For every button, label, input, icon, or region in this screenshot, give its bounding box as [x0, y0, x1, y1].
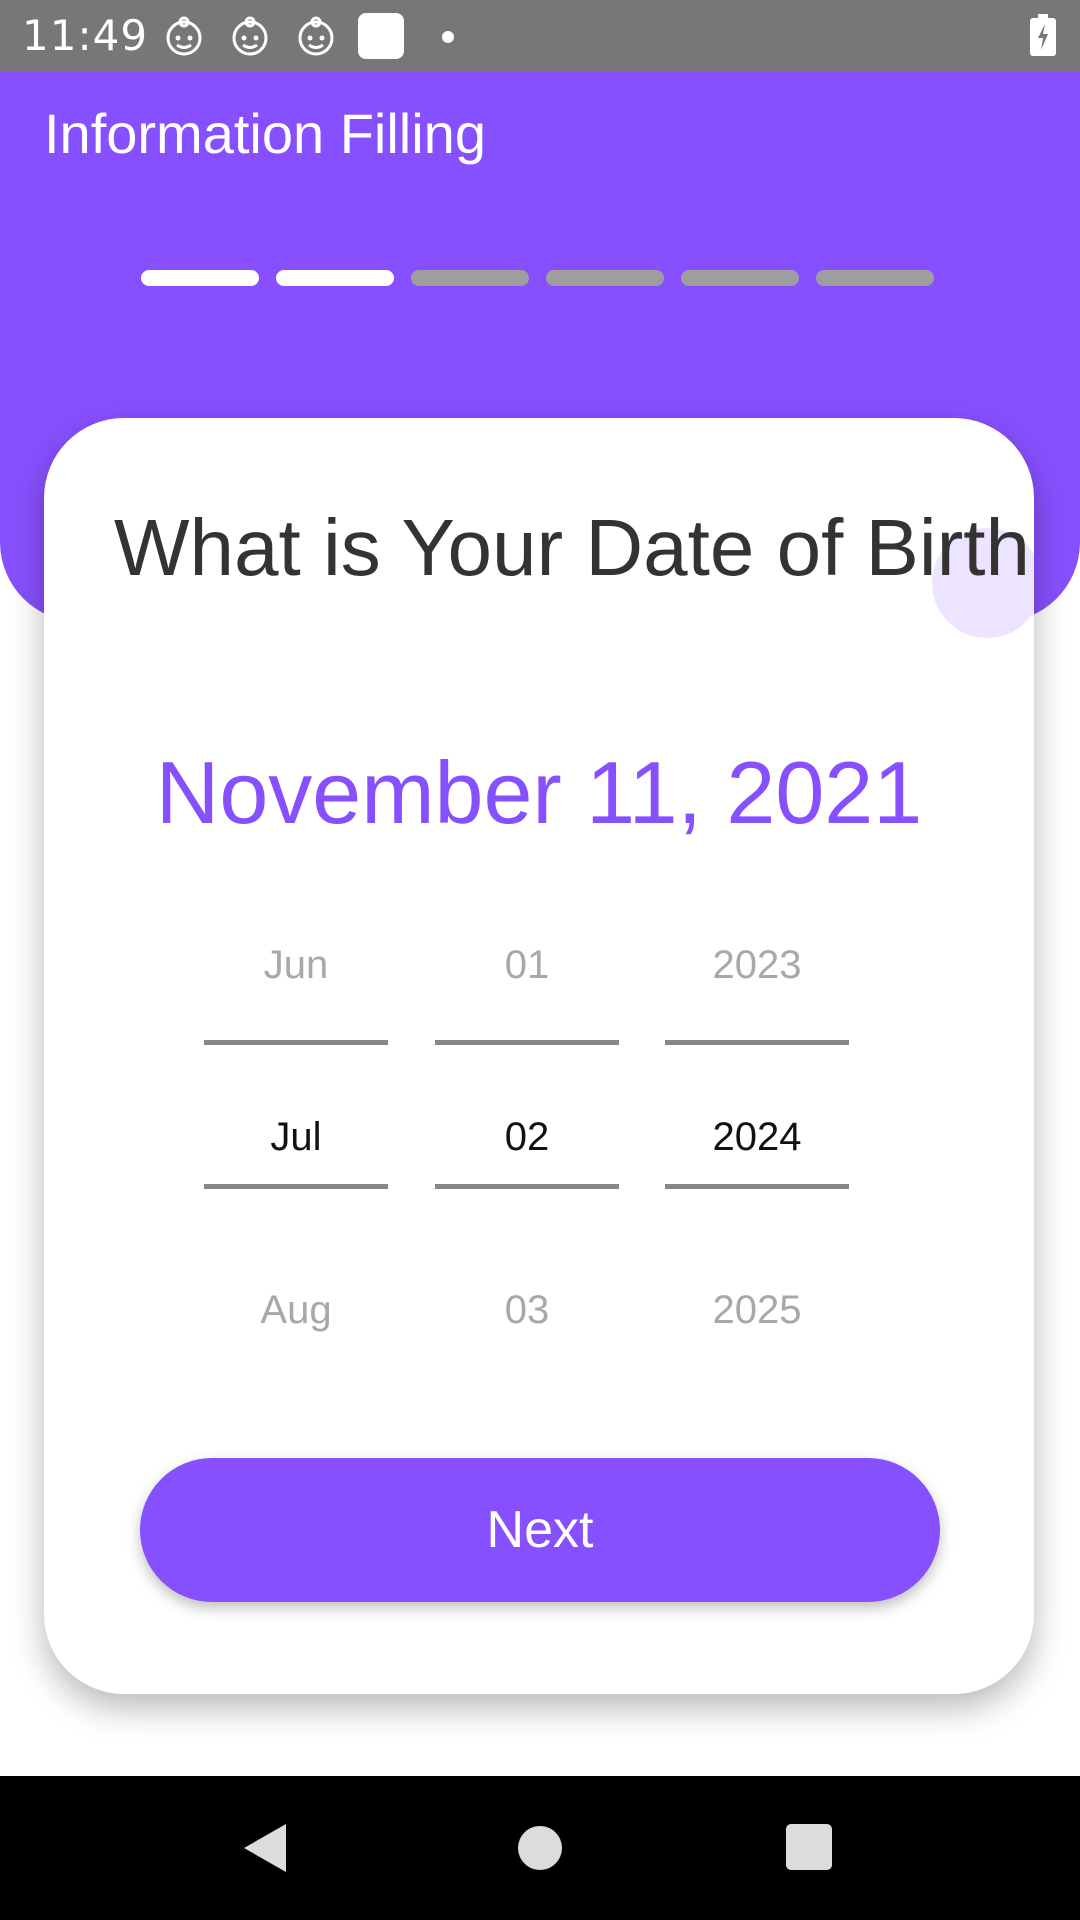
- picker-divider: [204, 1184, 388, 1189]
- progress-step-pending: [681, 270, 799, 286]
- year-next[interactable]: 2025: [665, 1285, 849, 1335]
- day-picker[interactable]: 01 02 03: [435, 940, 619, 1460]
- selected-date: November 11, 2021: [155, 743, 923, 842]
- dot-icon: [442, 31, 454, 43]
- day-prev[interactable]: 01: [435, 940, 619, 990]
- recents-icon[interactable]: [786, 1824, 832, 1870]
- progress-step-complete: [276, 270, 394, 286]
- year-picker[interactable]: 2023 2024 2025: [665, 940, 849, 1460]
- day-next[interactable]: 03: [435, 1285, 619, 1335]
- progress-step-pending: [546, 270, 664, 286]
- month-current[interactable]: Jul: [204, 1112, 388, 1162]
- year-current[interactable]: 2024: [665, 1112, 849, 1162]
- status-time: 11:49: [22, 11, 149, 60]
- picker-divider: [435, 1040, 619, 1045]
- page-title: Information Filling: [44, 102, 486, 165]
- picker-divider: [204, 1040, 388, 1045]
- status-bar: 11:49: [0, 0, 1080, 72]
- baby-face-icon: [298, 16, 334, 56]
- question-card: What is Your Date of Birth November 11, …: [44, 418, 1034, 1694]
- picker-divider: [435, 1184, 619, 1189]
- month-picker[interactable]: Jun Jul Aug: [204, 940, 388, 1460]
- navigation-bar: [0, 1776, 1080, 1920]
- progress-step-pending: [816, 270, 934, 286]
- next-button[interactable]: Next: [140, 1458, 940, 1602]
- back-icon[interactable]: [240, 1820, 290, 1876]
- square-icon: [358, 13, 404, 59]
- month-prev[interactable]: Jun: [204, 940, 388, 990]
- picker-divider: [665, 1040, 849, 1045]
- month-next[interactable]: Aug: [204, 1285, 388, 1335]
- baby-face-icon: [166, 16, 202, 56]
- progress-step-complete: [141, 270, 259, 286]
- progress-step-pending: [411, 270, 529, 286]
- day-current[interactable]: 02: [435, 1112, 619, 1162]
- battery-charging-icon: [1030, 14, 1056, 56]
- baby-face-icon: [232, 16, 268, 56]
- year-prev[interactable]: 2023: [665, 940, 849, 990]
- question-title: What is Your Date of Birth: [114, 503, 1031, 592]
- home-icon[interactable]: [518, 1826, 562, 1870]
- picker-divider: [665, 1184, 849, 1189]
